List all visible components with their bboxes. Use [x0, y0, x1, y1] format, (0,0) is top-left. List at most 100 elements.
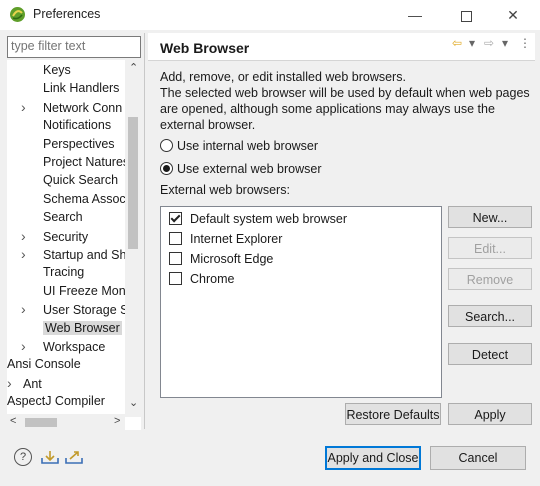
- close-icon: ✕: [507, 7, 519, 23]
- tree-item[interactable]: Perspectives: [21, 135, 115, 153]
- filter-field[interactable]: [7, 36, 141, 58]
- checkbox-icon[interactable]: [169, 212, 182, 225]
- radio-label: Use internal web browser: [177, 139, 319, 153]
- tree-item-label: Search: [43, 210, 83, 225]
- tree-item-label: Web Browser: [43, 320, 122, 335]
- expand-chevron-icon[interactable]: ›: [21, 337, 31, 355]
- edit-button[interactable]: Edit...: [448, 237, 532, 259]
- minimize-icon: —: [408, 7, 422, 23]
- tree-hscroll-thumb[interactable]: [25, 418, 57, 427]
- description-line: Add, remove, or edit installed web brows…: [160, 70, 406, 84]
- remove-button[interactable]: Remove: [448, 268, 532, 290]
- tree-item[interactable]: Project Natures: [21, 153, 129, 171]
- tree-item-label: Quick Search: [43, 173, 119, 188]
- back-menu-chevron-icon[interactable]: ▾: [469, 36, 475, 50]
- expand-chevron-icon[interactable]: ›: [21, 300, 31, 318]
- tree-item-label: Keys: [43, 63, 71, 77]
- browser-label: Internet Explorer: [190, 232, 283, 246]
- page-description: Add, remove, or edit installed web brows…: [160, 69, 530, 133]
- radio-circle-icon[interactable]: [160, 139, 173, 152]
- apply-button[interactable]: Apply: [448, 403, 532, 425]
- radio-internal-browser[interactable]: Use internal web browser: [160, 137, 318, 155]
- search-button[interactable]: Search...: [448, 305, 532, 327]
- tree-item[interactable]: Notifications: [21, 116, 111, 134]
- import-icon[interactable]: [40, 449, 60, 470]
- expand-chevron-icon[interactable]: ›: [21, 98, 31, 116]
- tree-item[interactable]: Tracing: [21, 263, 84, 281]
- tree-item-label: Link Handlers: [43, 81, 120, 96]
- tree-item-label: Ant: [23, 376, 42, 391]
- description-line: are opened, although some applications m…: [160, 102, 495, 116]
- tree-item-label: Schema Associ: [43, 191, 129, 206]
- tree-item-label: Project Natures: [43, 155, 130, 169]
- checkbox-icon[interactable]: [169, 272, 182, 285]
- radio-circle-icon[interactable]: [160, 162, 173, 175]
- tree-scroll-thumb[interactable]: [128, 117, 138, 249]
- radio-external-browser[interactable]: Use external web browser: [160, 160, 322, 178]
- tree-item-label: Tracing: [43, 265, 85, 280]
- maximize-icon: [460, 10, 472, 22]
- forward-menu-chevron-icon[interactable]: ▾: [502, 36, 508, 50]
- close-button[interactable]: ✕: [500, 4, 526, 26]
- help-icon[interactable]: ?: [14, 448, 32, 466]
- expand-chevron-icon[interactable]: ›: [21, 245, 31, 263]
- window-title: Preferences: [33, 7, 101, 21]
- expand-chevron-icon[interactable]: ›: [21, 227, 31, 245]
- scroll-up-icon[interactable]: ⌃: [129, 61, 138, 74]
- back-icon[interactable]: ⇦: [452, 36, 462, 50]
- tree-item-label: User Storage S: [43, 303, 129, 318]
- scroll-right-icon[interactable]: >: [114, 415, 120, 427]
- restore-defaults-button[interactable]: Restore Defaults: [345, 403, 441, 425]
- tree-item-label: Security: [43, 229, 89, 244]
- tree-item-label: Network Conn: [43, 100, 123, 115]
- forward-icon[interactable]: ⇨: [484, 36, 494, 50]
- tree-item-label: Notifications: [43, 118, 112, 133]
- tree-item[interactable]: Web Browser: [21, 319, 122, 337]
- tree-item[interactable]: › Ant: [7, 374, 42, 392]
- preference-tree: Keys Link Handlers › Network Conn Notificati…: [7, 60, 141, 430]
- tree-item[interactable]: › Startup and Sh: [21, 245, 126, 263]
- new-button[interactable]: New...: [448, 206, 532, 228]
- tree-item-label: AspectJ Compiler: [7, 394, 105, 409]
- tree-item[interactable]: Search: [21, 208, 83, 226]
- tree-item[interactable]: Keys: [21, 61, 71, 79]
- page-title: Web Browser: [160, 40, 250, 56]
- tree-item[interactable]: Link Handlers: [21, 79, 119, 97]
- browser-list-item[interactable]: Microsoft Edge: [169, 250, 273, 268]
- maximize-button[interactable]: [453, 4, 479, 26]
- browsers-list: Default system web browser Internet Explo…: [160, 206, 442, 398]
- apply-and-close-button[interactable]: Apply and Close: [325, 446, 421, 470]
- browser-list-item[interactable]: Chrome: [169, 270, 234, 288]
- minimize-button[interactable]: —: [402, 4, 428, 26]
- browser-label: Default system web browser: [190, 212, 348, 226]
- expand-chevron-icon[interactable]: ›: [7, 374, 17, 392]
- tree-item[interactable]: › User Storage S: [21, 300, 128, 318]
- browser-label: Chrome: [190, 272, 235, 286]
- eclipse-logo-icon: [10, 7, 25, 22]
- tree-item[interactable]: Quick Search: [21, 171, 118, 189]
- tree-item[interactable]: Schema Associ: [21, 190, 128, 208]
- browser-list-item[interactable]: Internet Explorer: [169, 230, 282, 248]
- tree-item-label: Perspectives: [43, 136, 115, 151]
- checkbox-icon[interactable]: [169, 232, 182, 245]
- tree-item[interactable]: AspectJ Compiler: [7, 392, 105, 410]
- description-line: external browser.: [160, 118, 256, 132]
- scroll-left-icon[interactable]: <: [10, 415, 16, 427]
- view-menu-icon[interactable]: ⋮: [519, 36, 531, 50]
- tree-item[interactable]: › Workspace: [21, 337, 105, 355]
- tree-item[interactable]: Ansi Console: [7, 355, 81, 373]
- browser-list-item[interactable]: Default system web browser: [169, 210, 347, 228]
- browsers-list-label: External web browsers:: [160, 183, 290, 197]
- tree-item[interactable]: › Security: [21, 227, 88, 245]
- export-icon[interactable]: [64, 449, 84, 470]
- radio-label: Use external web browser: [177, 162, 322, 176]
- scroll-down-icon[interactable]: ⌄: [129, 396, 138, 409]
- tree-item-label: Ansi Console: [7, 357, 81, 372]
- tree-item[interactable]: › Network Conn: [21, 98, 122, 116]
- sash-divider[interactable]: [144, 33, 145, 429]
- detect-button[interactable]: Detect: [448, 343, 532, 365]
- tree-item[interactable]: UI Freeze Mon: [21, 282, 126, 300]
- cancel-button[interactable]: Cancel: [430, 446, 526, 470]
- checkbox-icon[interactable]: [169, 252, 182, 265]
- filter-input[interactable]: [8, 37, 140, 55]
